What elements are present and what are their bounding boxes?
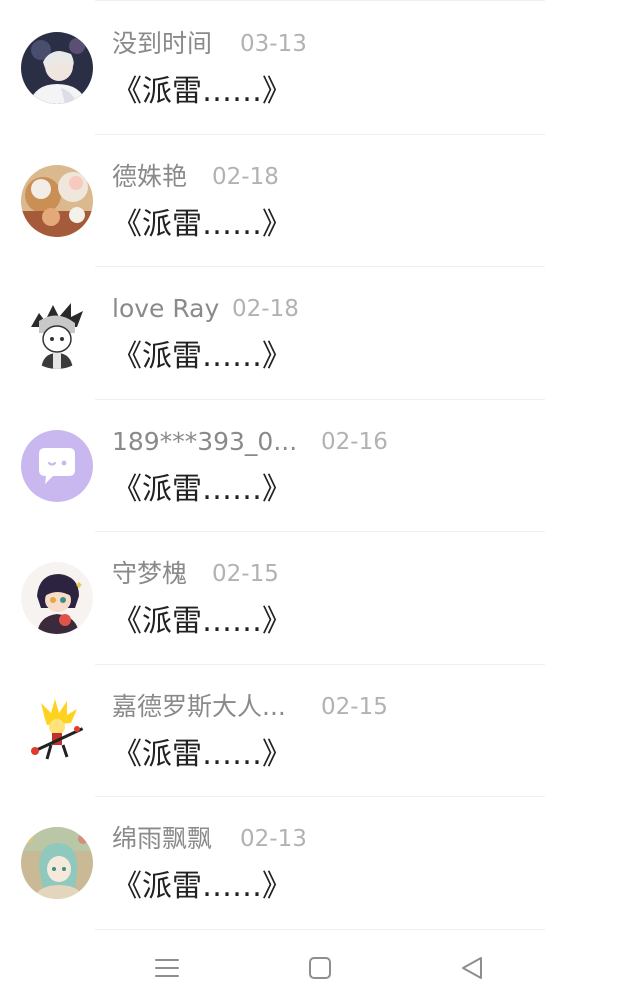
user-avatar-photo[interactable]: [21, 164, 93, 237]
message-date: 02-15: [321, 693, 388, 720]
conversation-item[interactable]: love Ray 02-18 《派雷……》: [0, 267, 640, 400]
message-date: 02-18: [232, 296, 299, 322]
contact-name: 守梦槐: [112, 559, 188, 588]
contact-name: 189***393_0...: [112, 426, 298, 456]
message-preview: 《派雷……》: [112, 206, 292, 242]
conversation-item[interactable]: 没到时间 03-13 《派雷……》: [0, 2, 640, 135]
message-preview: 《派雷……》: [112, 339, 292, 374]
menu-icon[interactable]: [147, 948, 187, 988]
message-date: 02-13: [240, 826, 307, 852]
user-avatar-anime[interactable]: [21, 694, 93, 767]
contact-name: 德姝艳: [112, 161, 188, 191]
message-preview: 《派雷……》: [112, 471, 292, 507]
user-avatar-anime[interactable]: [21, 562, 93, 634]
message-preview: 《派雷……》: [112, 604, 292, 639]
conversation-item[interactable]: 绵雨飘飘 02-13 《派雷……》: [0, 797, 640, 930]
system-navigation-bar: [0, 930, 640, 1006]
message-date: 02-16: [321, 428, 388, 455]
contact-name: 绵雨飘飘: [112, 824, 213, 853]
conversation-item[interactable]: 守梦槐 02-15 《派雷……》: [0, 532, 640, 665]
message-preview: 《派雷……》: [112, 74, 292, 109]
conversation-item[interactable]: 嘉德罗斯大人... 02-15 《派雷……》: [0, 665, 640, 798]
back-triangle-icon[interactable]: [452, 948, 492, 988]
conversation-item[interactable]: 189***393_0... 02-16 《派雷……》: [0, 400, 640, 533]
conversation-list: 没到时间 03-13 《派雷……》 德姝艳 02-18 《派雷……》 love …: [0, 2, 640, 930]
default-avatar-chat-bubble-icon[interactable]: [21, 429, 93, 502]
message-date: 03-13: [240, 31, 307, 57]
contact-name: 没到时间: [112, 29, 213, 58]
contact-name: love Ray: [112, 294, 220, 323]
contact-name: 嘉德罗斯大人...: [112, 691, 286, 721]
message-date: 02-15: [212, 561, 279, 587]
message-preview: 《派雷……》: [112, 869, 292, 904]
user-avatar-photo[interactable]: [21, 32, 93, 104]
user-avatar-anime[interactable]: [21, 297, 93, 369]
top-divider: [95, 0, 545, 1]
user-avatar-anime[interactable]: [21, 827, 93, 899]
conversation-item[interactable]: 德姝艳 02-18 《派雷……》: [0, 135, 640, 268]
message-preview: 《派雷……》: [112, 736, 292, 772]
home-square-icon[interactable]: [300, 948, 340, 988]
message-date: 02-18: [212, 163, 279, 190]
